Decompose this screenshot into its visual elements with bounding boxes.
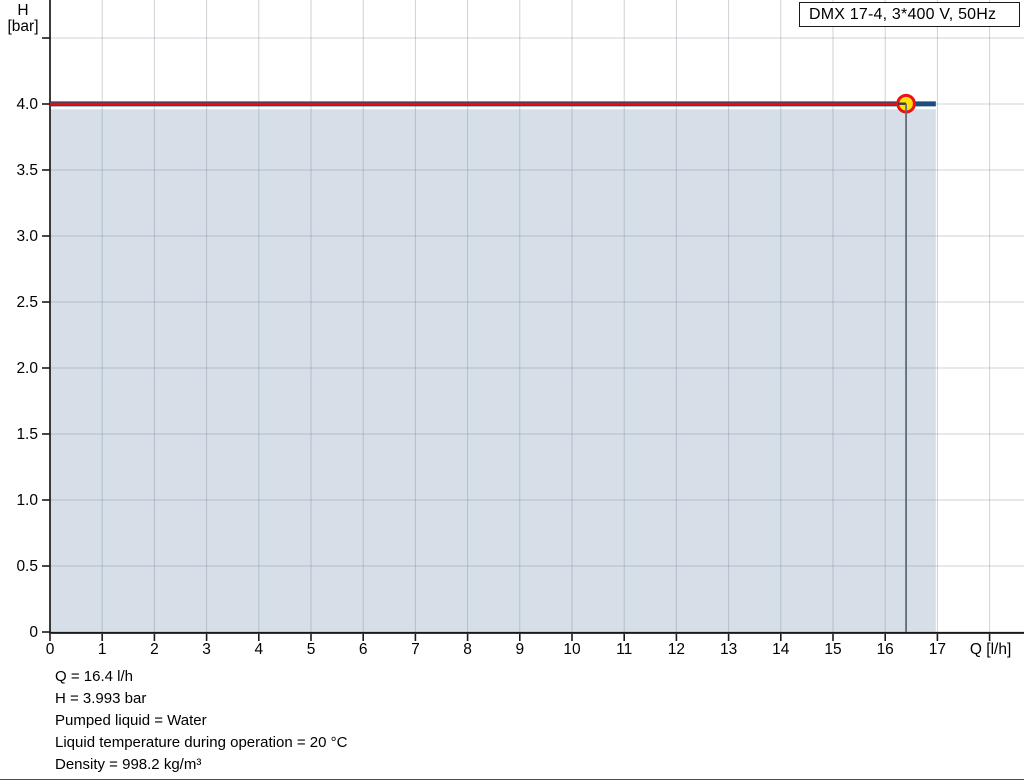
x-tick-label: 12 (668, 641, 685, 658)
x-tick-label: 17 (929, 641, 946, 658)
x-tick-label: 14 (772, 641, 790, 658)
y-tick-label: 2.0 (16, 360, 38, 377)
y-tick-label: 2.5 (16, 294, 38, 311)
info-line-head: H = 3.993 bar (55, 690, 147, 707)
pump-curve-page: 0 1 2 3 4 5 6 7 8 9 10 11 12 13 14 15 16 17 0 0.5 1.0 1.5 2.0 2… (0, 0, 1024, 781)
y-tick-label: 0.5 (16, 558, 38, 575)
x-tick-label: 3 (202, 641, 211, 658)
x-tick-label: 16 (877, 641, 894, 658)
legend-label: DMX 17-4, 3*400 V, 50Hz (809, 5, 997, 23)
x-axis-title: Q [l/h] (970, 641, 1011, 658)
y-tick-label: 4.0 (16, 96, 38, 113)
y-tick-label: 3.5 (16, 162, 38, 179)
info-line-temperature: Liquid temperature during operation = 20… (55, 734, 348, 751)
x-tick-label: 7 (411, 641, 420, 658)
x-tick-label: 11 (616, 641, 632, 658)
y-tick-label: 3.0 (16, 228, 38, 245)
curve-area-fill (50, 109, 936, 632)
curve-area (50, 109, 936, 632)
y-tick-label: 1.5 (16, 426, 38, 443)
info-line-liquid: Pumped liquid = Water (55, 712, 207, 729)
x-tick-label: 4 (254, 641, 263, 658)
legend-box: DMX 17-4, 3*400 V, 50Hz (799, 2, 1020, 27)
x-tick-label: 5 (307, 641, 316, 658)
page-bottom-divider (0, 779, 1024, 781)
y-tick-label: 1.0 (16, 492, 38, 509)
pump-curve-chart: 0 1 2 3 4 5 6 7 8 9 10 11 12 13 14 15 16 1700.51.01.52.02… (7, 0, 1024, 658)
x-tick-label: 13 (720, 641, 737, 658)
x-tick-label: 9 (515, 641, 524, 658)
y-axis-title-line: H (17, 2, 28, 19)
x-tick-label: 1 (98, 641, 107, 658)
duty-info-block: Q = 16.4 l/h H = 3.993 bar Pumped liquid… (55, 666, 655, 776)
y-axis-title-line: [bar] (7, 18, 38, 35)
x-tick-label: 15 (824, 641, 841, 658)
info-line-density: Density = 998.2 kg/m³ (55, 756, 202, 773)
y-tick-label: 0 (29, 624, 38, 641)
info-line-flow: Q = 16.4 l/h (55, 668, 133, 685)
x-tick-label: 10 (563, 641, 581, 658)
x-tick-label: 6 (359, 641, 368, 658)
x-tick-label: 8 (463, 641, 472, 658)
x-tick-label: 0 (46, 641, 55, 658)
x-tick-label: 2 (150, 641, 159, 658)
